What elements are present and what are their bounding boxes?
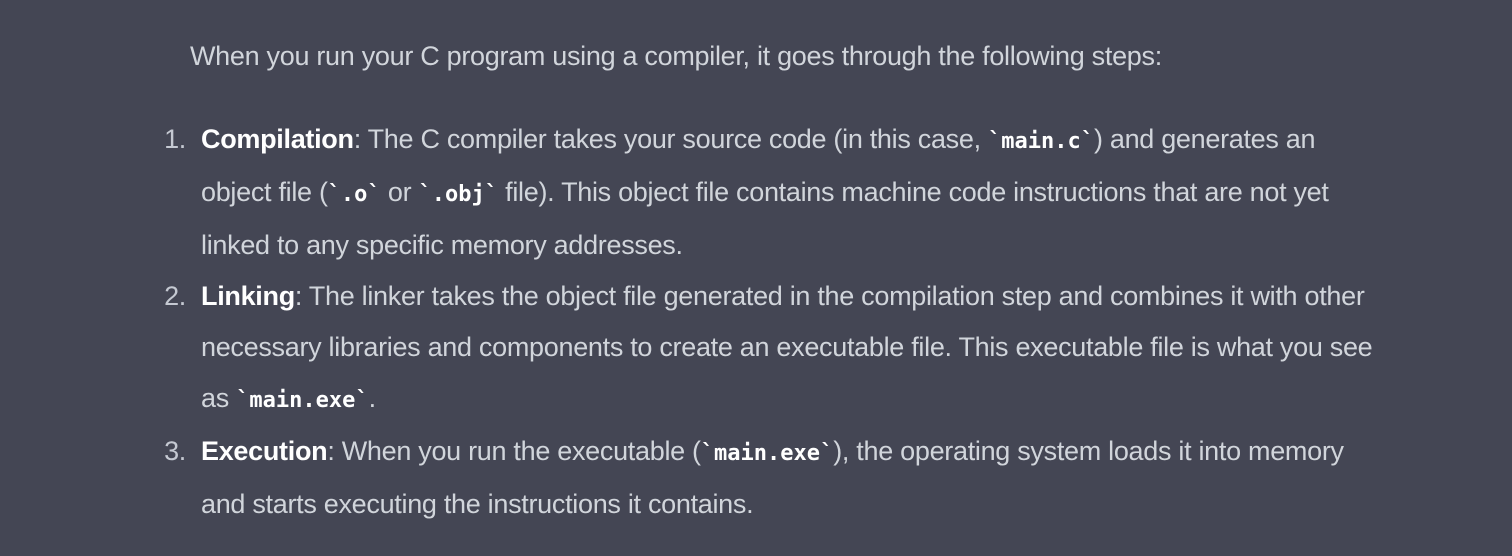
step-text: . (368, 383, 377, 413)
steps-list: 1. Compilation: The C compiler takes you… (164, 114, 1380, 530)
intro-paragraph: When you run your C program using a comp… (190, 41, 1162, 71)
step-text: : The C compiler takes your source code … (353, 124, 988, 154)
inline-code: `main.exe` (700, 441, 834, 466)
step-title: Execution (201, 436, 328, 466)
list-number: 1. (164, 124, 186, 154)
step-title: Linking (201, 281, 295, 311)
inline-code: `.obj` (418, 182, 498, 207)
inline-code: `main.c` (988, 129, 1094, 154)
inline-code: `main.exe` (236, 388, 369, 413)
step-text: : When you run the executable ( (327, 436, 701, 466)
step-text: or (380, 177, 419, 207)
step-text: : The linker takes the object file gener… (201, 281, 1373, 413)
list-number: 3. (164, 436, 186, 466)
list-number: 2. (164, 281, 186, 311)
list-item-linking: 2. Linking: The linker takes the object … (164, 271, 1380, 426)
list-item-compilation: 1. Compilation: The C compiler takes you… (164, 114, 1380, 271)
list-item-execution: 3. Execution: When you run the executabl… (164, 426, 1380, 530)
inline-code: `.o` (327, 182, 381, 207)
step-title: Compilation (201, 124, 354, 154)
chat-message: When you run your C program using a comp… (164, 32, 1380, 519)
